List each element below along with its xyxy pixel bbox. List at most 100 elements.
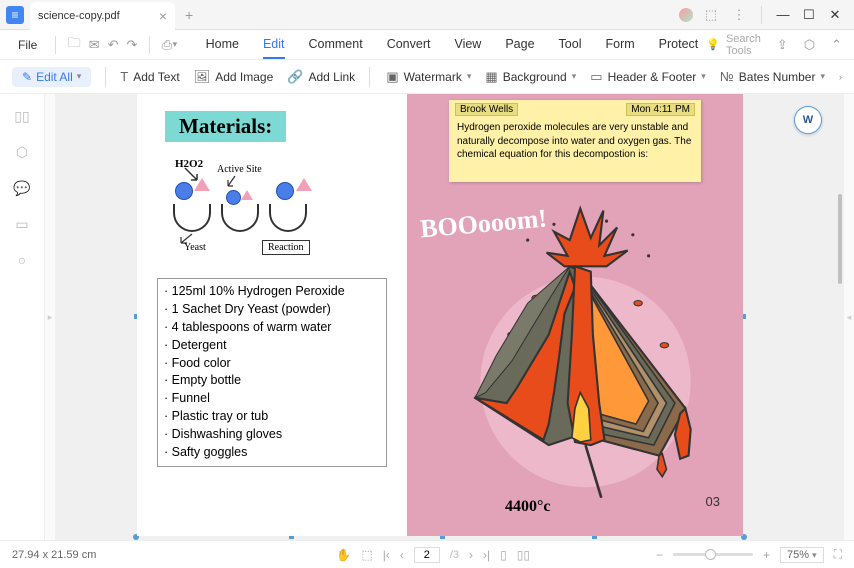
sticky-note[interactable]: Brook Wells Mon 4:11 PM Hydrogen peroxid… bbox=[449, 100, 701, 182]
list-item: 125ml 10% Hydrogen Peroxide bbox=[162, 283, 382, 301]
canvas[interactable]: Materials: H2O2 Yeast Active Site bbox=[55, 94, 836, 540]
list-item: Funnel bbox=[162, 390, 382, 408]
file-menu[interactable]: File bbox=[12, 38, 43, 52]
edit-all-button[interactable]: ✎Edit All▾ bbox=[12, 67, 91, 87]
page-right: Brook Wells Mon 4:11 PM Hydrogen peroxid… bbox=[407, 94, 743, 536]
print-dd-icon[interactable]: ▾ bbox=[172, 39, 177, 50]
add-tab-icon[interactable]: + bbox=[185, 7, 193, 23]
minimize-button[interactable]: — bbox=[774, 7, 792, 22]
page-left: Materials: H2O2 Yeast Active Site bbox=[137, 94, 407, 536]
prev-page-icon[interactable]: ‹ bbox=[400, 548, 404, 562]
menu-comment[interactable]: Comment bbox=[309, 31, 363, 59]
share-icon[interactable]: ⇪ bbox=[777, 37, 788, 53]
reaction-label: Reaction bbox=[262, 240, 310, 255]
materials-heading[interactable]: Materials: bbox=[165, 111, 286, 142]
zoom-in-icon[interactable]: + bbox=[763, 548, 770, 562]
temperature-label: 4400°c bbox=[505, 498, 551, 516]
redo-icon[interactable]: ↷ bbox=[127, 37, 138, 53]
thumbnails-icon[interactable]: ▯▯ bbox=[14, 108, 30, 124]
list-item: Detergent bbox=[162, 337, 382, 355]
menu-protect[interactable]: Protect bbox=[659, 31, 699, 59]
search-panel-icon[interactable]: ○ bbox=[14, 252, 30, 268]
logo-icon: ≡ bbox=[6, 6, 24, 24]
menu-edit[interactable]: Edit bbox=[263, 31, 285, 59]
select-tool-icon[interactable]: ⬚ bbox=[361, 548, 372, 562]
undo-icon[interactable]: ↶ bbox=[108, 37, 119, 53]
menu-page[interactable]: Page bbox=[505, 31, 534, 59]
expand-left-handle[interactable]: ▸ bbox=[45, 94, 55, 540]
menu-tool[interactable]: Tool bbox=[559, 31, 582, 59]
diagram-triangle bbox=[296, 178, 312, 191]
add-text-button[interactable]: TAdd Text bbox=[120, 69, 179, 84]
sticky-author: Brook Wells bbox=[455, 103, 518, 116]
collapse-ribbon-icon[interactable]: ⌃ bbox=[831, 37, 842, 53]
single-page-icon[interactable]: ▯ bbox=[500, 548, 507, 562]
header-footer-button[interactable]: ▭Header & Footer▾ bbox=[590, 69, 706, 85]
titlebar: ≡ science-copy.pdf × + ⬚ ⋮ — ☐ ✕ bbox=[0, 0, 854, 30]
add-image-button[interactable]: 🖼Add Image bbox=[194, 69, 274, 85]
scroll-thumb[interactable] bbox=[838, 194, 842, 284]
hf-icon: ▭ bbox=[590, 69, 602, 85]
volcano-illustration[interactable]: BOOooom! bbox=[412, 191, 738, 531]
menu-view[interactable]: View bbox=[454, 31, 481, 59]
list-item: Plastic tray or tub bbox=[162, 408, 382, 426]
user-avatar-icon[interactable] bbox=[679, 8, 693, 22]
menu-form[interactable]: Form bbox=[605, 31, 634, 59]
dimensions-label: 27.94 x 21.59 cm bbox=[12, 549, 96, 561]
maximize-button[interactable]: ☐ bbox=[800, 7, 818, 23]
page-total: /3 bbox=[450, 549, 459, 561]
sticky-body[interactable]: Hydrogen peroxide molecules are very uns… bbox=[449, 119, 701, 182]
vertical-scrollbar[interactable] bbox=[836, 94, 844, 540]
zoom-slider[interactable] bbox=[673, 553, 753, 556]
attachment-icon[interactable]: ▭ bbox=[14, 216, 30, 232]
save-icon[interactable]: 🗀 bbox=[68, 34, 81, 56]
edit-toolbar: ✎Edit All▾ TAdd Text 🖼Add Image 🔗Add Lin… bbox=[0, 60, 854, 94]
word-export-button[interactable]: W bbox=[794, 106, 822, 134]
list-item: Dishwashing gloves bbox=[162, 426, 382, 444]
last-page-icon[interactable]: ›| bbox=[483, 548, 490, 562]
first-page-icon[interactable]: |‹ bbox=[383, 548, 390, 562]
next-page-icon[interactable]: › bbox=[469, 548, 473, 562]
mail-icon[interactable]: ✉ bbox=[89, 37, 100, 53]
materials-list[interactable]: 125ml 10% Hydrogen Peroxide 1 Sachet Dry… bbox=[157, 278, 387, 467]
active-site-label: Active Site bbox=[217, 164, 262, 175]
list-item: Food color bbox=[162, 355, 382, 373]
list-item: Empty bottle bbox=[162, 372, 382, 390]
fit-screen-icon[interactable]: ⛶ bbox=[834, 547, 842, 562]
menu-home[interactable]: Home bbox=[206, 31, 239, 59]
volcano-svg bbox=[412, 191, 738, 531]
app-logo[interactable]: ≡ bbox=[0, 0, 30, 30]
enzyme-diagram[interactable]: H2O2 Yeast Active Site bbox=[161, 160, 385, 270]
bates-number-button[interactable]: №Bates Number▾ bbox=[720, 69, 825, 85]
yeast-arc bbox=[269, 204, 307, 232]
zoom-percent[interactable]: 75% ▾ bbox=[780, 547, 824, 563]
print-icon[interactable]: ⎙ bbox=[162, 37, 172, 53]
search-placeholder[interactable]: Search Tools bbox=[726, 33, 761, 57]
document-tab[interactable]: science-copy.pdf × bbox=[30, 2, 175, 30]
background-button[interactable]: ▦Background▾ bbox=[485, 69, 576, 85]
menu-convert[interactable]: Convert bbox=[387, 31, 431, 59]
list-item: 4 tablespoons of warm water bbox=[162, 319, 382, 337]
cloud-icon[interactable]: ⬡ bbox=[804, 37, 815, 53]
tab-close-icon[interactable]: × bbox=[159, 8, 167, 24]
statusbar: 27.94 x 21.59 cm ✋ ⬚ |‹ ‹ /3 › ›| ▯ ▯▯ −… bbox=[0, 540, 854, 568]
watermark-button[interactable]: ▣Watermark▾ bbox=[386, 69, 471, 85]
two-page-icon[interactable]: ▯▯ bbox=[517, 548, 530, 562]
hand-tool-icon[interactable]: ✋ bbox=[336, 548, 351, 562]
comment-panel-icon[interactable]: 💬 bbox=[14, 180, 30, 196]
expand-right-handle[interactable]: ◂ bbox=[844, 94, 854, 540]
zoom-out-icon[interactable]: − bbox=[656, 548, 663, 562]
toolbar-overflow-icon[interactable]: › bbox=[839, 69, 842, 85]
more-icon[interactable]: ⋮ bbox=[729, 7, 749, 23]
bulb-icon[interactable]: 💡 bbox=[706, 38, 720, 51]
bookmark-icon[interactable]: ⬡ bbox=[14, 144, 30, 160]
close-window-button[interactable]: ✕ bbox=[826, 7, 844, 23]
sticky-time: Mon 4:11 PM bbox=[626, 103, 695, 116]
background-icon: ▦ bbox=[485, 69, 497, 85]
page-input[interactable] bbox=[414, 547, 440, 563]
document-page[interactable]: Materials: H2O2 Yeast Active Site bbox=[137, 94, 743, 536]
message-icon[interactable]: ⬚ bbox=[701, 7, 721, 23]
page-number: 03 bbox=[706, 494, 720, 509]
zoom-thumb[interactable] bbox=[705, 549, 716, 560]
add-link-button[interactable]: 🔗Add Link bbox=[287, 69, 355, 85]
